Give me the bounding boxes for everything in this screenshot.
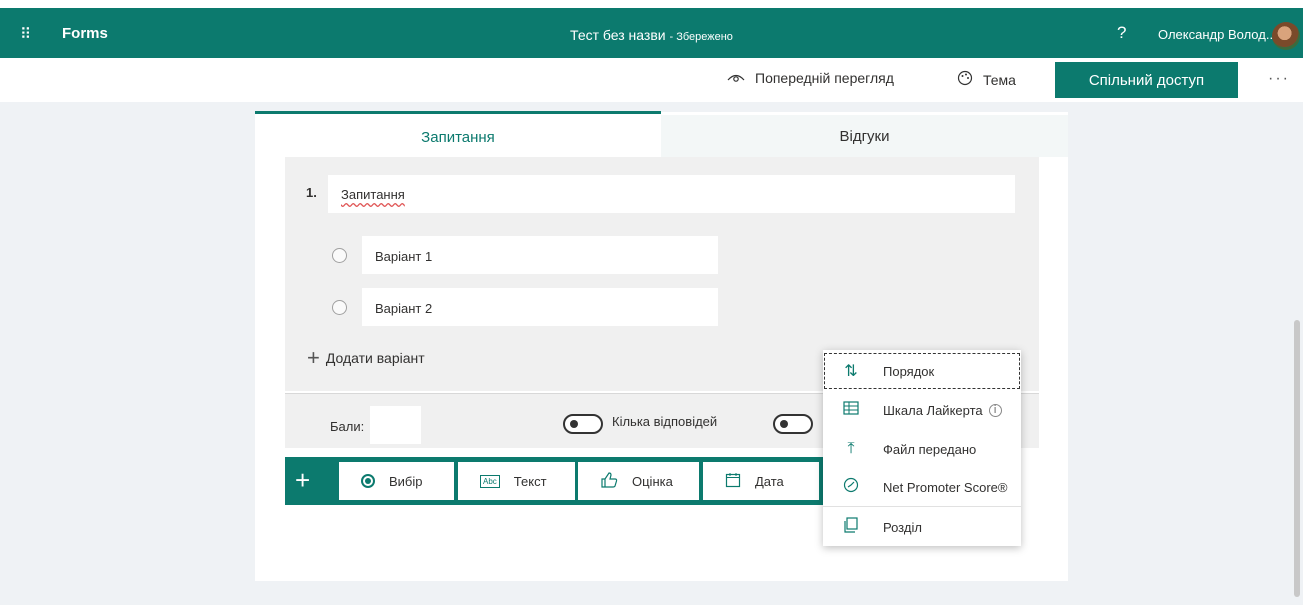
theme-button[interactable]: Тема bbox=[957, 70, 1016, 89]
question-title-text: Запитання bbox=[341, 187, 405, 202]
thumbs-up-icon bbox=[600, 471, 618, 491]
eye-icon bbox=[727, 70, 745, 86]
document-title: Тест без назви - Збережено bbox=[0, 27, 1303, 43]
add-question-icon[interactable]: + bbox=[295, 466, 310, 494]
preview-button[interactable]: Попередній перегляд bbox=[727, 70, 894, 86]
tab-questions[interactable]: Запитання bbox=[255, 111, 661, 160]
score-input[interactable] bbox=[370, 406, 421, 444]
toggle-knob bbox=[780, 420, 788, 428]
date-type-button[interactable]: Дата bbox=[703, 462, 819, 500]
menu-item-label: Net Promoter Score® bbox=[883, 479, 1008, 495]
theme-label: Тема bbox=[983, 71, 1016, 88]
menu-divider bbox=[823, 506, 1021, 507]
document-title-text: Тест без назви bbox=[570, 27, 666, 43]
window-top-edge bbox=[0, 0, 1303, 8]
question-number: 1. bbox=[306, 185, 317, 200]
preview-label: Попередній перегляд bbox=[755, 70, 894, 86]
user-name[interactable]: Олександр Волод... bbox=[1158, 27, 1277, 42]
help-icon[interactable]: ? bbox=[1117, 23, 1126, 43]
text-type-button[interactable]: Abc Текст bbox=[458, 462, 575, 500]
share-button[interactable]: Спільний доступ bbox=[1055, 62, 1238, 98]
menu-item-label: Порядок bbox=[883, 363, 935, 379]
option-radio[interactable] bbox=[332, 248, 347, 263]
avatar[interactable] bbox=[1272, 22, 1300, 50]
choice-type-button[interactable]: Вибір bbox=[339, 462, 454, 500]
type-label: Вибір bbox=[389, 473, 423, 489]
grid-icon bbox=[841, 400, 861, 420]
menu-item-section[interactable]: Розділ bbox=[823, 508, 1021, 546]
rating-type-button[interactable]: Оцінка bbox=[578, 462, 699, 500]
multiple-answers-label: Кілька відповідей bbox=[612, 414, 718, 429]
question-title-input[interactable] bbox=[328, 175, 1015, 213]
add-option-label: Додати варіант bbox=[325, 350, 425, 366]
upload-icon: ⤒ bbox=[847, 440, 855, 457]
gauge-icon bbox=[841, 477, 861, 498]
palette-icon bbox=[957, 70, 973, 89]
type-label: Оцінка bbox=[632, 473, 673, 489]
sort-icon: ⇅ bbox=[844, 363, 858, 380]
required-toggle[interactable] bbox=[773, 414, 813, 434]
menu-item-file-upload[interactable]: ⤒ Файл передано bbox=[823, 430, 1021, 468]
option-label: Варіант 1 bbox=[375, 249, 433, 264]
toggle-knob bbox=[570, 420, 578, 428]
menu-item-likert[interactable]: Шкала Лайкерта i bbox=[823, 391, 1021, 429]
info-icon[interactable]: i bbox=[988, 403, 1002, 417]
menu-item-nps[interactable]: Net Promoter Score® bbox=[823, 468, 1021, 506]
option-radio[interactable] bbox=[332, 300, 347, 315]
type-label: Дата bbox=[755, 473, 784, 489]
radio-icon bbox=[361, 474, 375, 488]
text-field-icon: Abc bbox=[480, 474, 500, 488]
section-icon bbox=[841, 516, 861, 538]
menu-item-label: Файл передано bbox=[883, 441, 977, 457]
option-label: Варіант 2 bbox=[375, 301, 433, 316]
more-options-icon[interactable]: ··· bbox=[1268, 70, 1290, 88]
tab-responses[interactable]: Відгуки bbox=[661, 115, 1068, 157]
add-option-button[interactable]: + Додати варіант bbox=[307, 345, 425, 370]
type-label: Текст bbox=[513, 473, 547, 489]
menu-item-ranking[interactable]: ⇅ Порядок bbox=[823, 352, 1021, 390]
multiple-answers-toggle[interactable] bbox=[563, 414, 603, 434]
score-label: Бали: bbox=[330, 419, 365, 434]
scrollbar[interactable] bbox=[1294, 320, 1300, 597]
plus-icon: + bbox=[307, 345, 320, 370]
saved-status: - Збережено bbox=[669, 31, 733, 43]
menu-item-label: Розділ bbox=[883, 519, 922, 535]
calendar-icon bbox=[725, 472, 741, 491]
menu-item-label: Шкала Лайкерта bbox=[883, 402, 983, 418]
